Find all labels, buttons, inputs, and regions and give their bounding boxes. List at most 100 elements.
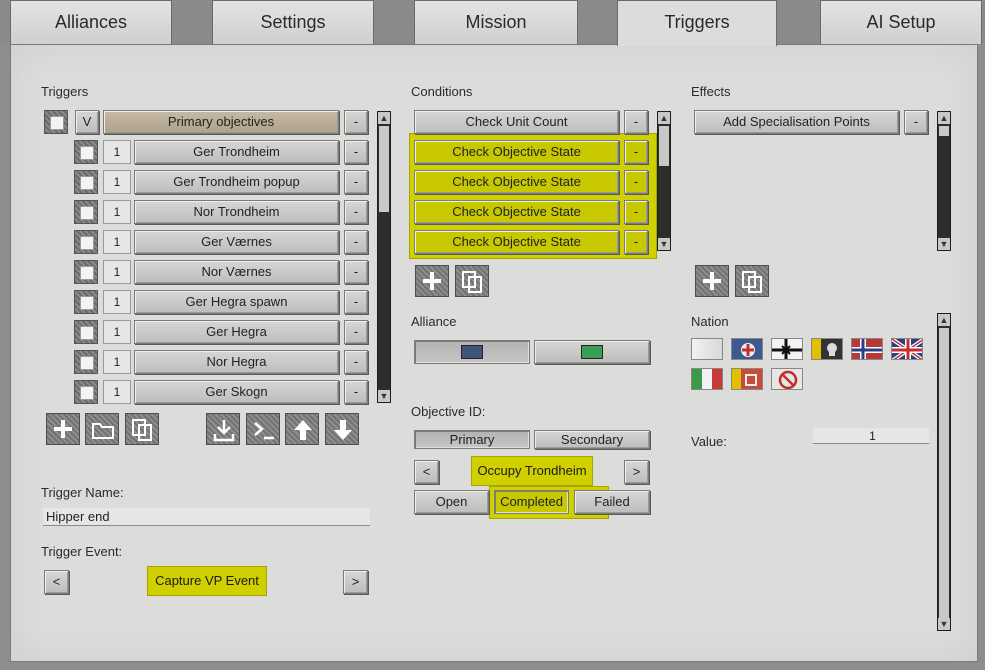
trigger-name-input[interactable]: Hipper end — [43, 508, 370, 526]
flag-yellow-band-icon[interactable] — [731, 368, 763, 390]
trigger-checkbox[interactable] — [74, 170, 98, 194]
trigger-checkbox[interactable] — [74, 200, 98, 224]
add-folder-button[interactable] — [85, 413, 119, 445]
effect-params-scrollbar[interactable]: ▲ ▼ — [937, 313, 951, 631]
scroll-up-icon[interactable]: ▲ — [658, 112, 670, 124]
trigger-checkbox[interactable] — [74, 260, 98, 284]
trigger-item[interactable]: Nor Værnes — [134, 260, 339, 284]
flag-italy-icon[interactable] — [691, 368, 723, 390]
tab-alliances[interactable]: Alliances — [10, 0, 172, 44]
move-down-button[interactable] — [325, 413, 359, 445]
scroll-down-icon[interactable]: ▼ — [938, 618, 950, 630]
group-toggle-button[interactable]: V — [75, 110, 99, 134]
flag-ensign-icon[interactable] — [771, 338, 803, 360]
effect-add-specialisation-points[interactable]: Add Specialisation Points — [694, 110, 899, 134]
state-open-button[interactable]: Open — [414, 490, 489, 514]
trigger-item[interactable]: Ger Værnes — [134, 230, 339, 254]
flag-blue-cross-icon[interactable] — [731, 338, 763, 360]
triggers-scrollbar[interactable]: ▲ ▼ — [377, 111, 391, 403]
move-up-button[interactable] — [285, 413, 319, 445]
objective-id-label: Objective ID: — [411, 404, 486, 419]
condition-check-objective-state[interactable]: Check Objective State — [414, 230, 619, 254]
flag-uk-icon[interactable] — [891, 338, 923, 360]
scroll-thumb[interactable] — [939, 328, 949, 618]
remove-trigger-button[interactable]: - — [344, 260, 368, 284]
state-failed-button[interactable]: Failed — [574, 490, 650, 514]
flag-norway-icon[interactable] — [851, 338, 883, 360]
scroll-down-icon[interactable]: ▼ — [938, 238, 950, 250]
tab-triggers[interactable]: Triggers — [617, 0, 777, 46]
event-prev-button[interactable]: < — [44, 570, 69, 594]
remove-trigger-button[interactable]: - — [344, 290, 368, 314]
condition-check-objective-state[interactable]: Check Objective State — [414, 170, 619, 194]
copy-condition-button[interactable] — [455, 265, 489, 297]
condition-check-objective-state[interactable]: Check Objective State — [414, 200, 619, 224]
add-effect-button[interactable] — [695, 265, 729, 297]
remove-effect-button[interactable]: - — [904, 110, 928, 134]
trigger-group-primary-objectives[interactable]: Primary objectives — [103, 110, 339, 134]
objective-primary-button[interactable]: Primary — [414, 430, 530, 449]
condition-check-objective-state[interactable]: Check Objective State — [414, 140, 619, 164]
remove-trigger-button[interactable]: - — [344, 320, 368, 344]
add-condition-button[interactable] — [415, 265, 449, 297]
alliance-blue-button[interactable] — [414, 340, 530, 364]
remove-trigger-button[interactable]: - — [344, 170, 368, 194]
remove-condition-button[interactable]: - — [624, 110, 648, 134]
trigger-checkbox[interactable] — [74, 380, 98, 404]
flag-neutral-icon[interactable] — [691, 338, 723, 360]
trigger-checkbox[interactable] — [74, 140, 98, 164]
group-checkbox[interactable] — [44, 110, 68, 134]
objective-secondary-button[interactable]: Secondary — [534, 430, 650, 449]
objective-next-button[interactable]: > — [624, 460, 649, 484]
tab-ai-setup[interactable]: AI Setup — [820, 0, 982, 44]
trigger-item[interactable]: Nor Trondheim — [134, 200, 339, 224]
copy-trigger-button[interactable] — [125, 413, 159, 445]
import-trigger-button[interactable] — [206, 413, 240, 445]
scroll-thumb[interactable] — [379, 126, 389, 212]
remove-trigger-button[interactable]: - — [344, 140, 368, 164]
plus-icon — [54, 420, 72, 438]
remove-group-button[interactable]: - — [344, 110, 368, 134]
tab-mission[interactable]: Mission — [414, 0, 578, 44]
event-next-button[interactable]: > — [343, 570, 368, 594]
add-trigger-button[interactable] — [46, 413, 80, 445]
trigger-checkbox[interactable] — [74, 320, 98, 344]
objective-prev-button[interactable]: < — [414, 460, 439, 484]
trigger-checkbox[interactable] — [74, 290, 98, 314]
tab-settings[interactable]: Settings — [212, 0, 374, 44]
scroll-down-icon[interactable]: ▼ — [378, 390, 390, 402]
remove-trigger-button[interactable]: - — [344, 230, 368, 254]
flag-none-icon[interactable] — [771, 368, 803, 390]
console-button[interactable] — [246, 413, 280, 445]
scroll-thumb[interactable] — [659, 126, 669, 166]
scroll-up-icon[interactable]: ▲ — [378, 112, 390, 124]
trigger-item[interactable]: Ger Skogn — [134, 380, 339, 404]
remove-condition-button[interactable]: - — [624, 170, 648, 194]
remove-condition-button[interactable]: - — [624, 140, 648, 164]
scroll-up-icon[interactable]: ▲ — [938, 314, 950, 326]
conditions-scrollbar[interactable]: ▲ ▼ — [657, 111, 671, 251]
trigger-checkbox[interactable] — [74, 230, 98, 254]
remove-condition-button[interactable]: - — [624, 200, 648, 224]
remove-trigger-button[interactable]: - — [344, 380, 368, 404]
state-completed-button[interactable]: Completed — [494, 490, 569, 514]
trigger-item[interactable]: Ger Trondheim popup — [134, 170, 339, 194]
remove-trigger-button[interactable]: - — [344, 200, 368, 224]
trigger-item[interactable]: Ger Trondheim — [134, 140, 339, 164]
trigger-item[interactable]: Nor Hegra — [134, 350, 339, 374]
alliance-green-button[interactable] — [534, 340, 650, 364]
copy-effect-button[interactable] — [735, 265, 769, 297]
tab-bar: Alliances Settings Mission Triggers AI S… — [0, 0, 985, 46]
condition-check-unit-count[interactable]: Check Unit Count — [414, 110, 619, 134]
remove-condition-button[interactable]: - — [624, 230, 648, 254]
scroll-thumb[interactable] — [939, 126, 949, 136]
trigger-item[interactable]: Ger Hegra — [134, 320, 339, 344]
trigger-item[interactable]: Ger Hegra spawn — [134, 290, 339, 314]
value-input[interactable]: 1 — [813, 428, 929, 444]
trigger-checkbox[interactable] — [74, 350, 98, 374]
scroll-down-icon[interactable]: ▼ — [658, 238, 670, 250]
effects-scrollbar[interactable]: ▲ ▼ — [937, 111, 951, 251]
scroll-up-icon[interactable]: ▲ — [938, 112, 950, 124]
flag-skull-icon[interactable] — [811, 338, 843, 360]
remove-trigger-button[interactable]: - — [344, 350, 368, 374]
